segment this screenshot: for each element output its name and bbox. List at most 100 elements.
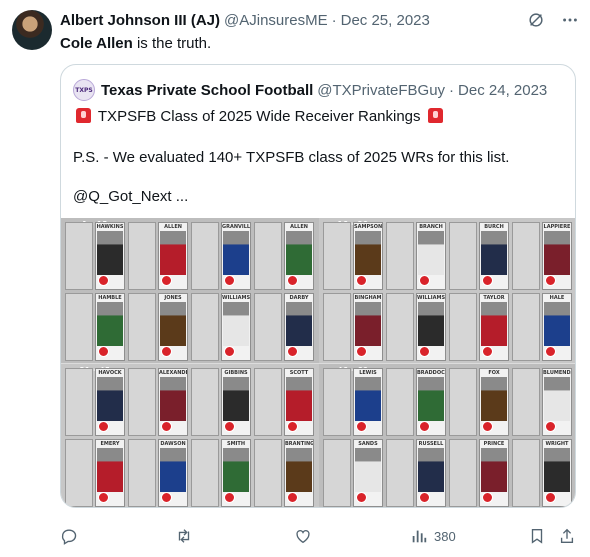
card-strip [323,439,351,507]
player-card: ALLEN [284,222,314,290]
views-icon [412,530,427,543]
player-name: DAWSON [160,441,186,447]
player-card: BRANTING [284,439,314,507]
like-button[interactable] [294,526,312,546]
team-badge [161,346,172,357]
player-name: TAYLOR [483,295,505,301]
quote-header: TXPS Texas Private School Football @TXPr… [73,79,547,101]
player-card: HAWKINS [95,222,125,290]
team-badge [419,346,430,357]
team-badge [98,492,109,503]
author-avatar[interactable] [12,10,52,50]
player-name: HAVOCK [98,370,122,376]
card-strip [191,222,219,290]
quote-author-name[interactable]: Texas Private School Football [101,82,313,99]
reply-button[interactable] [60,526,78,546]
views-count: 380 [434,528,456,544]
card-strip [254,222,282,290]
tweet-header: Albert Johnson III (AJ) @AJinsuresME · D… [60,10,430,30]
team-badge [98,346,109,357]
player-name: HAMBLE [98,295,122,301]
player-name: LAPPIERE [543,224,571,230]
team-badge [545,346,556,357]
player-card: EMERY [95,439,125,507]
player-photo [160,448,186,492]
tweet[interactable]: Albert Johnson III (AJ) @AJinsuresME · D… [0,0,590,557]
card-strip [254,368,282,436]
team-badge [356,421,367,432]
player-name: GRANVILLE [222,224,250,230]
bookmark-icon [531,529,543,544]
player-card: ALLEN [158,222,188,290]
player-card: SCOTT [284,368,314,436]
player-card: HALE [542,293,572,361]
player-card: WILLIAMS [221,293,251,361]
player-card: LEWIS [353,368,383,436]
team-badge [482,421,493,432]
player-photo [544,448,570,492]
player-name: SANDS [358,441,378,447]
player-photo [223,448,249,492]
team-badge [224,492,235,503]
player-name: SAMPSON [354,224,382,230]
player-card: ALEXANDER [158,368,188,436]
player-photo [418,377,444,421]
like-icon [296,530,310,544]
player-card: SMITH [221,439,251,507]
player-card: BINGHAM [353,293,383,361]
team-badge [482,492,493,503]
team-badge [98,275,109,286]
rankings-graphic[interactable]: 1 - 1516 - 3031 - 4546 - 60HAWKINSALLENG… [61,218,575,507]
tweet-date[interactable]: Dec 25, 2023 [341,12,430,29]
card-strip [449,439,477,507]
player-photo [544,377,570,421]
bookmark-button[interactable] [528,526,546,546]
player-name: BURCH [484,224,504,230]
share-button[interactable] [558,526,576,546]
player-card: FOX [479,368,509,436]
player-photo [286,231,312,275]
player-photo [355,377,381,421]
player-card: LAPPIERE [542,222,572,290]
player-card: DAWSON [158,439,188,507]
player-card: JONES [158,293,188,361]
player-photo [223,302,249,346]
player-card: GIBBINS [221,368,251,436]
card-strip [386,293,414,361]
card-strip [128,439,156,507]
player-photo [544,231,570,275]
player-card: RUSSELL [416,439,446,507]
card-strip [191,439,219,507]
quoted-tweet[interactable]: TXPS Texas Private School Football @TXPr… [60,64,576,508]
player-photo [355,448,381,492]
quote-text-line-3[interactable]: @Q_Got_Next ... [73,187,188,207]
player-name: WILLIAMS [222,295,250,301]
player-name: HAWKINS [96,224,124,230]
player-photo [481,231,507,275]
player-name: ALLEN [164,224,182,230]
card-strip [512,293,540,361]
grok-icon[interactable] [526,10,546,30]
author-handle[interactable]: @AJinsuresME [224,12,328,29]
quote-date[interactable]: Dec 24, 2023 [458,82,547,99]
author-name[interactable]: Albert Johnson III (AJ) [60,12,220,29]
quote-avatar[interactable]: TXPS [73,79,95,101]
player-name: BLUMENDAL [543,370,571,376]
player-photo [481,377,507,421]
card-strip [128,293,156,361]
card-strip [191,293,219,361]
player-card: PRINCE [479,439,509,507]
player-card: BLUMENDAL [542,368,572,436]
team-badge [98,421,109,432]
player-photo [97,302,123,346]
team-badge [161,492,172,503]
mention-cole-allen: Cole Allen [60,35,133,52]
player-name: RUSSELL [418,441,444,447]
views-button[interactable]: 380 [410,526,456,546]
card-strip [512,368,540,436]
quote-author-handle[interactable]: @TXPrivateFBGuy [317,82,445,99]
retweet-button[interactable] [175,526,193,546]
card-strip [128,368,156,436]
more-icon[interactable] [560,10,580,30]
player-photo [418,231,444,275]
